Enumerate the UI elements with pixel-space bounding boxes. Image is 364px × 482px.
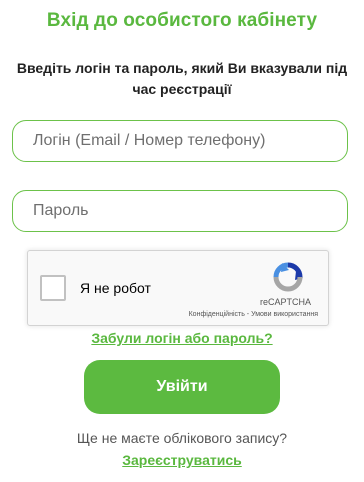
forgot-password-link[interactable]: Забули логін або пароль? [0,330,364,346]
register-link[interactable]: Зареєструватись [0,452,364,468]
recaptcha-checkbox[interactable] [40,275,66,301]
recaptcha-label: Я не робот [80,280,151,296]
password-input[interactable] [12,190,348,232]
login-button[interactable]: Увійти [84,360,280,414]
recaptcha-brand: reCAPTCHA [260,297,312,307]
recaptcha-logo-icon [273,262,303,292]
login-input[interactable] [12,120,348,162]
recaptcha-privacy-terms-links[interactable]: Конфіденційність - Умови використання [189,311,318,318]
recaptcha-widget: Я не робот reCAPTCHA Конфіденційність - … [27,250,329,326]
page-subtitle: Введіть логін та пароль, який Ви вказува… [16,60,348,97]
no-account-text: Ще не маєте облікового запису? [76,430,288,446]
page-title: Вхід до особистого кабінету [46,10,318,31]
